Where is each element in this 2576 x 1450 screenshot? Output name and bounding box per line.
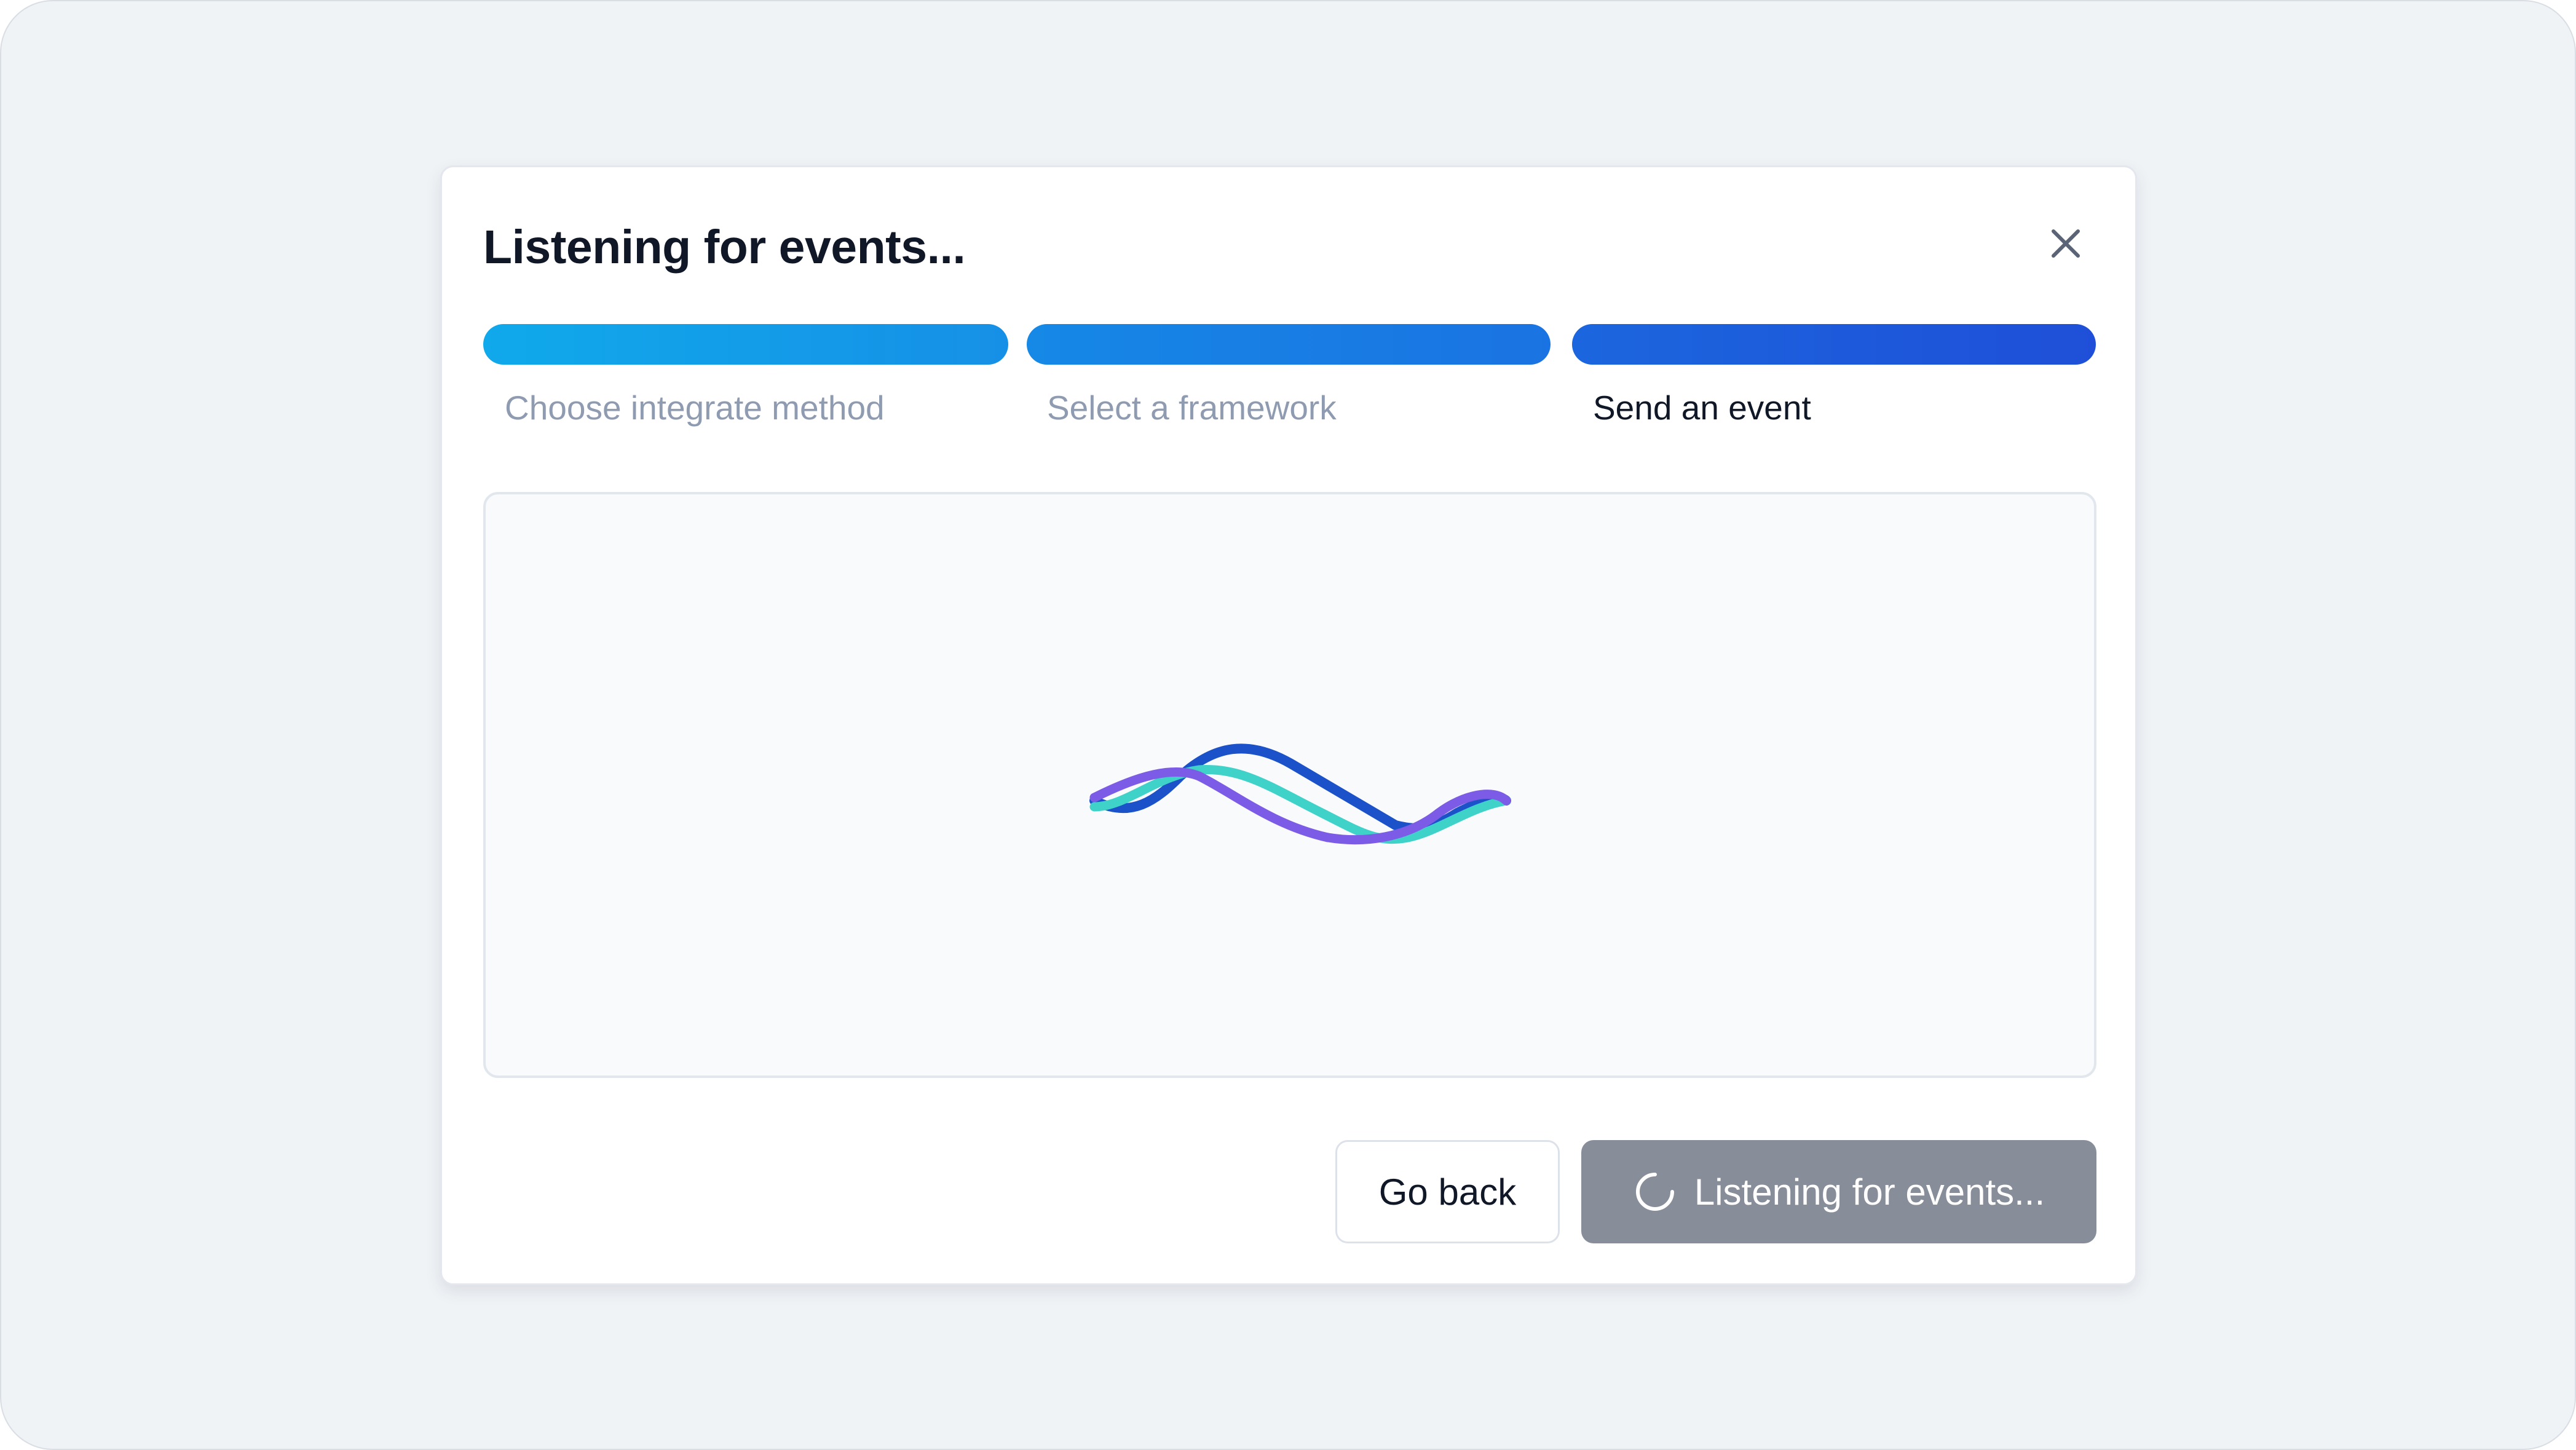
step-progress-select-framework xyxy=(1027,324,1551,365)
modal-title: Listening for events... xyxy=(483,221,966,274)
step-label-select-framework: Select a framework xyxy=(1047,389,1337,427)
step-label-choose-method: Choose integrate method xyxy=(505,389,885,427)
step-progress-choose-method xyxy=(483,324,1008,365)
loading-spinner-icon xyxy=(1635,1173,1674,1211)
waveform-illustration xyxy=(1089,743,1511,845)
go-back-button[interactable]: Go back xyxy=(1335,1140,1560,1243)
listening-button: Listening for events... xyxy=(1581,1140,2096,1243)
app-frame: Listening for events... Choose integrate… xyxy=(0,0,2576,1450)
step-label-send-event: Send an event xyxy=(1593,389,1811,427)
step-progress-send-event xyxy=(1572,324,2096,365)
close-button[interactable] xyxy=(2046,224,2085,263)
go-back-label: Go back xyxy=(1378,1171,1517,1213)
listening-panel xyxy=(483,492,2096,1078)
listening-label: Listening for events... xyxy=(1694,1171,2045,1213)
close-icon xyxy=(2052,229,2080,258)
listening-modal: Listening for events... Choose integrate… xyxy=(440,165,2137,1285)
